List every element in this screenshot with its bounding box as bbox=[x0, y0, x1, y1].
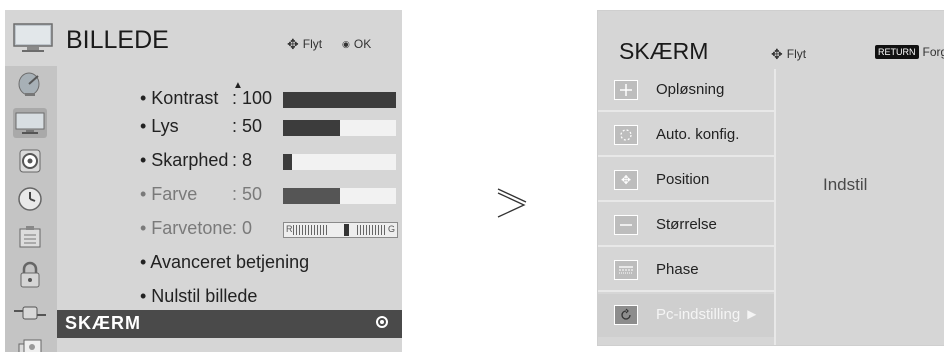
advanced-control-row[interactable]: • Avanceret betjening bbox=[57, 246, 402, 280]
move-hint-label: Flyt bbox=[302, 37, 323, 51]
position-item[interactable]: ✥ Position bbox=[598, 159, 774, 202]
phase-lines-icon bbox=[614, 260, 638, 280]
brightness-slider[interactable] bbox=[283, 120, 396, 136]
brightness-row[interactable]: • Lys : 50 bbox=[57, 110, 402, 144]
auto-config-label: Auto. konfig. bbox=[656, 126, 740, 143]
lock-icon[interactable] bbox=[13, 260, 47, 290]
auto-config-item[interactable]: Auto. konfig. bbox=[598, 114, 774, 157]
move-arrows-icon: ✥ bbox=[771, 46, 783, 62]
tint-slider-marker bbox=[344, 224, 349, 236]
move-arrows-icon: ✥ bbox=[287, 36, 299, 52]
move-hint: ✥ Flyt bbox=[771, 47, 806, 61]
screen-menu-title: SKÆRM bbox=[619, 38, 709, 64]
auto-config-icon bbox=[614, 125, 638, 145]
picture-menu-title: BILLEDE bbox=[66, 26, 169, 54]
ok-hint-label: OK bbox=[353, 37, 372, 51]
tint-label: • Farvetone bbox=[140, 218, 233, 238]
picture-menu-panel: BILLEDE ✥ Flyt ◉ OK ▲ • Kontrast: 100 •… bbox=[5, 10, 402, 352]
clock-icon[interactable] bbox=[13, 184, 47, 214]
transition-arrow-icon bbox=[497, 188, 527, 218]
tv-monitor-icon[interactable] bbox=[13, 108, 47, 138]
brightness-value: : 50 bbox=[232, 116, 263, 136]
tv-monitor-icon bbox=[13, 23, 53, 52]
contrast-slider-fill bbox=[283, 92, 396, 108]
color-slider bbox=[283, 188, 396, 204]
satellite-dish-icon[interactable] bbox=[13, 70, 47, 100]
sharpness-row[interactable]: • Skarphed : 8 bbox=[57, 144, 402, 178]
move-hint-label: Flyt bbox=[786, 47, 807, 61]
tint-hatch-right bbox=[357, 225, 387, 235]
reset-picture-row[interactable]: • Nulstil billede bbox=[57, 280, 402, 314]
advanced-control-label: • Avanceret betjening bbox=[140, 252, 310, 272]
tint-green-label: G bbox=[387, 224, 395, 234]
reset-circle-icon bbox=[614, 305, 638, 325]
size-item[interactable]: Størrelse bbox=[598, 204, 774, 247]
tint-value: : 0 bbox=[232, 218, 253, 238]
color-value: : 50 bbox=[232, 184, 263, 204]
move-hint: ✥ Flyt bbox=[287, 37, 322, 51]
sharpness-slider[interactable] bbox=[283, 154, 396, 170]
color-slider-fill bbox=[283, 188, 340, 204]
picture-menu-header: BILLEDE ✥ Flyt ◉ OK bbox=[5, 10, 402, 66]
contrast-value: : 100 bbox=[232, 88, 273, 108]
tint-red-label: R bbox=[286, 224, 293, 234]
pc-setting-label: Pc-indstilling ► bbox=[656, 306, 760, 323]
ok-dot-icon: ◉ bbox=[342, 38, 350, 49]
position-label: Position bbox=[656, 171, 710, 188]
sharpness-value: : 8 bbox=[232, 150, 253, 170]
return-hint-label: Forg. bbox=[922, 45, 944, 59]
contrast-row[interactable]: ▲ • Kontrast : 100 bbox=[57, 76, 402, 110]
color-row: • Farve : 50 bbox=[57, 178, 402, 212]
plug-icon[interactable] bbox=[13, 298, 47, 328]
submenu-placeholder-label: Indstil bbox=[823, 175, 868, 194]
tint-slider: R G bbox=[283, 222, 398, 238]
screen-menu-item-selected[interactable]: SKÆRM bbox=[57, 310, 402, 338]
ok-radio-icon bbox=[376, 316, 388, 328]
return-hint: RETURN Forg. bbox=[875, 45, 944, 59]
resolution-item[interactable]: Opløsning bbox=[598, 69, 774, 112]
ok-hint: ◉ OK bbox=[342, 37, 371, 51]
speaker-icon[interactable] bbox=[13, 146, 47, 176]
resolution-plus-icon bbox=[614, 80, 638, 100]
brightness-slider-fill bbox=[283, 120, 340, 136]
brightness-label: • Lys bbox=[140, 116, 179, 136]
pc-setting-item: Pc-indstilling ► bbox=[598, 294, 774, 337]
resolution-label: Opløsning bbox=[656, 81, 725, 98]
contrast-slider[interactable] bbox=[283, 92, 396, 108]
size-minus-icon bbox=[614, 215, 638, 235]
position-arrows-icon: ✥ bbox=[614, 170, 638, 190]
return-key-badge: RETURN bbox=[875, 45, 919, 59]
phase-item[interactable]: Phase bbox=[598, 249, 774, 292]
media-icon[interactable] bbox=[13, 336, 47, 352]
color-label: • Farve bbox=[140, 184, 198, 204]
phase-label: Phase bbox=[656, 261, 699, 278]
tint-row: • Farvetone : 0 R G bbox=[57, 212, 402, 246]
main-menu-icon-column bbox=[5, 66, 57, 352]
panel-divider bbox=[774, 69, 776, 345]
screen-menu-label: SKÆRM bbox=[65, 313, 141, 333]
reset-picture-label: • Nulstil billede bbox=[140, 286, 258, 306]
sharpness-label: • Skarphed bbox=[140, 150, 229, 170]
tint-hatch-left bbox=[293, 225, 327, 235]
contrast-label: • Kontrast bbox=[140, 88, 219, 108]
settings-box-icon[interactable] bbox=[13, 222, 47, 252]
size-label: Størrelse bbox=[656, 216, 717, 233]
sharpness-slider-fill bbox=[283, 154, 293, 170]
screen-menu-panel: SKÆRM ✥ Flyt RETURN Forg. Opløsning Auto… bbox=[597, 10, 944, 346]
